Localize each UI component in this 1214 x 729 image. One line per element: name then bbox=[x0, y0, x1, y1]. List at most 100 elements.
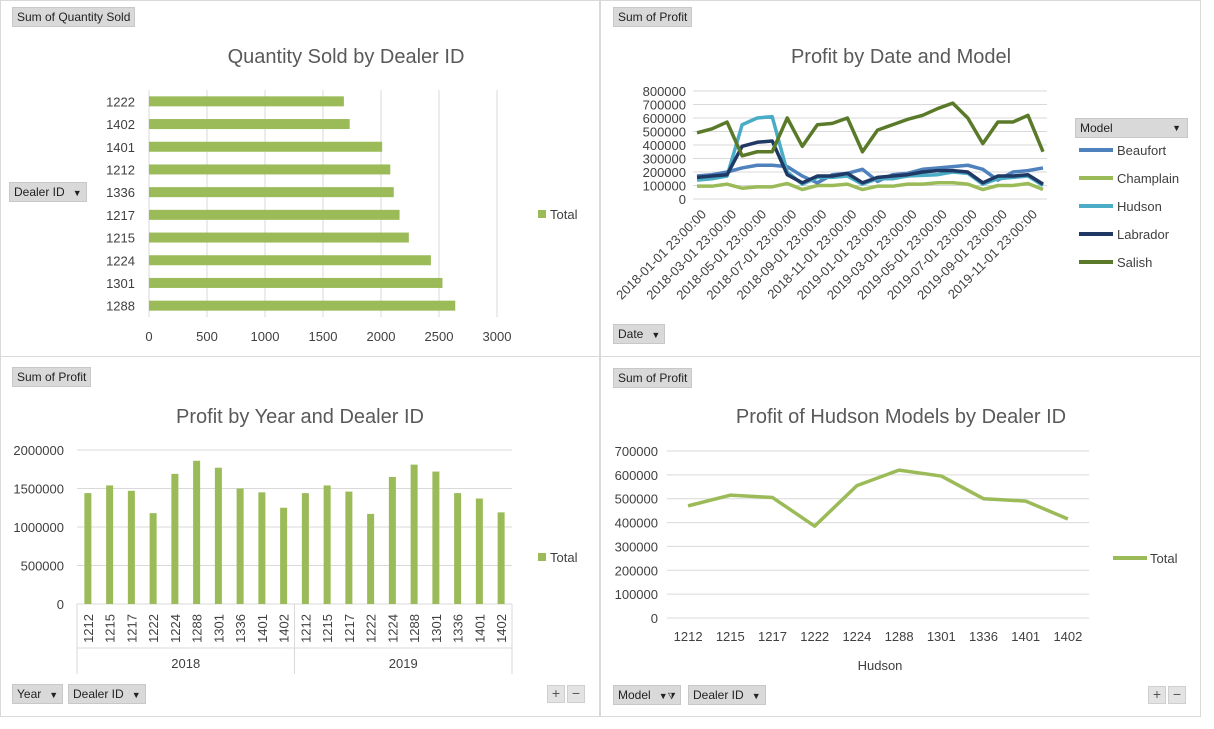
x-tick-label: 1224 bbox=[385, 614, 400, 643]
bar bbox=[258, 492, 266, 604]
y-tick-label: 1301 bbox=[106, 276, 135, 291]
y-tick-label: 300000 bbox=[643, 152, 686, 167]
group-label: 2018 bbox=[171, 656, 200, 671]
dealer-field-button[interactable]: Dealer ID ▼ bbox=[68, 684, 146, 704]
x-tick-label: 1222 bbox=[364, 614, 379, 643]
axis-field-button[interactable]: Date ▼ bbox=[613, 324, 666, 344]
y-tick-label: 600000 bbox=[615, 468, 658, 483]
bar bbox=[149, 187, 394, 198]
expand-button[interactable]: + bbox=[1148, 686, 1166, 704]
dropdown-arrow-icon: ▼ bbox=[1172, 123, 1181, 133]
x-tick-label: 1402 bbox=[494, 614, 509, 643]
y-tick-label: 400000 bbox=[643, 138, 686, 153]
group-label: Hudson bbox=[858, 658, 903, 673]
y-tick-label: 400000 bbox=[615, 516, 658, 531]
x-tick-label: 1288 bbox=[407, 614, 422, 643]
legend-field-button[interactable]: Model ▼ bbox=[1075, 118, 1188, 138]
y-tick-label: 1401 bbox=[106, 140, 135, 155]
y-tick-label: 1222 bbox=[106, 94, 135, 109]
x-tick-label: 1336 bbox=[451, 614, 466, 643]
bar bbox=[127, 490, 135, 604]
dealer-field-label: Dealer ID bbox=[73, 687, 124, 701]
y-tick-label: 1500000 bbox=[13, 482, 64, 497]
legend-label: Total bbox=[550, 550, 578, 565]
legend-swatch bbox=[538, 210, 546, 218]
series-line bbox=[696, 101, 1045, 158]
x-tick-label: 1212 bbox=[298, 614, 313, 643]
model-field-button[interactable]: Model ▼⧩ bbox=[613, 685, 681, 705]
x-tick-label: 1301 bbox=[927, 629, 956, 644]
y-tick-label: 500000 bbox=[615, 492, 658, 507]
y-tick-label: 1217 bbox=[106, 208, 135, 223]
bar bbox=[345, 491, 353, 604]
dropdown-arrow-icon: ▼ bbox=[751, 690, 761, 701]
x-tick-label: 500 bbox=[196, 329, 218, 344]
bar bbox=[497, 512, 505, 604]
y-tick-label: 0 bbox=[679, 192, 686, 207]
axis-field-label: Dealer ID bbox=[14, 185, 65, 199]
bar bbox=[171, 473, 179, 604]
chart-title: Profit of Hudson Models by Dealer ID bbox=[736, 406, 1066, 428]
y-tick-label: 100000 bbox=[615, 587, 658, 602]
x-tick-label: 1401 bbox=[472, 614, 487, 643]
x-tick-label: 1336 bbox=[969, 629, 998, 644]
bar bbox=[149, 96, 344, 107]
x-tick-label: 1222 bbox=[800, 629, 829, 644]
y-tick-label: 200000 bbox=[643, 165, 686, 180]
y-tick-label: 300000 bbox=[615, 539, 658, 554]
y-tick-label: 500000 bbox=[21, 559, 64, 574]
filter-icon: ▼⧩ bbox=[658, 690, 676, 701]
x-tick-label: 2500 bbox=[425, 329, 454, 344]
x-tick-label: 1217 bbox=[124, 614, 139, 643]
bar bbox=[84, 493, 92, 604]
y-tick-label: 200000 bbox=[615, 563, 658, 578]
x-tick-label: 0 bbox=[145, 329, 152, 344]
bar bbox=[149, 164, 391, 175]
x-tick-label: 1402 bbox=[277, 614, 292, 643]
x-tick-label: 1500 bbox=[309, 329, 338, 344]
bar bbox=[475, 498, 483, 604]
dropdown-arrow-icon: ▼ bbox=[131, 689, 141, 700]
y-tick-label: 800000 bbox=[643, 84, 686, 99]
expand-button[interactable]: + bbox=[547, 685, 565, 703]
panel-profit-by-year: Sum of Profit Profit by Year and Dealer … bbox=[0, 356, 600, 717]
series-line bbox=[696, 139, 1044, 186]
x-tick-label: 1301 bbox=[211, 614, 226, 643]
x-tick-label: 1217 bbox=[758, 629, 787, 644]
y-tick-label: 700000 bbox=[615, 444, 658, 459]
y-tick-label: 0 bbox=[651, 611, 658, 626]
x-tick-label: 1212 bbox=[674, 629, 703, 644]
collapse-button[interactable]: − bbox=[1168, 686, 1186, 704]
year-field-button[interactable]: Year ▼ bbox=[12, 684, 64, 704]
bar bbox=[149, 300, 456, 311]
y-tick-label: 500000 bbox=[643, 125, 686, 140]
series-line bbox=[697, 181, 1044, 192]
x-tick-label: 1000 bbox=[251, 329, 280, 344]
x-tick-label: 1401 bbox=[1011, 629, 1040, 644]
x-tick-label: 1215 bbox=[320, 614, 335, 643]
x-tick-label: 1224 bbox=[842, 629, 871, 644]
y-tick-label: 0 bbox=[57, 597, 64, 612]
bar bbox=[149, 141, 383, 152]
panel-quantity-by-dealer: Sum of Quantity Sold Quantity Sold by De… bbox=[0, 0, 600, 357]
group-label: 2019 bbox=[389, 656, 418, 671]
bar bbox=[214, 467, 222, 604]
dealer-field-button[interactable]: Dealer ID ▼ bbox=[688, 685, 766, 705]
panel-profit-by-date: Sum of Profit Profit by Date and Model 0 1… bbox=[600, 0, 1201, 357]
axis-field-button[interactable]: Dealer ID ▼ bbox=[9, 182, 87, 202]
y-tick-label: 100000 bbox=[643, 179, 686, 194]
legend-label: Total bbox=[1150, 551, 1178, 566]
bar bbox=[149, 209, 400, 220]
y-tick-label: 1212 bbox=[106, 162, 135, 177]
collapse-button[interactable]: − bbox=[567, 685, 585, 703]
bar bbox=[149, 119, 350, 130]
x-tick-label: 1288 bbox=[190, 614, 205, 643]
profit-date-chart: Profit by Date and Model 0100000200000300… bbox=[613, 46, 1179, 302]
x-tick-label: 1301 bbox=[429, 614, 444, 643]
legend-label: Total bbox=[550, 207, 578, 222]
axis-field-label: Date bbox=[618, 327, 644, 341]
x-tick-label: 2000 bbox=[367, 329, 396, 344]
x-tick-label: 1222 bbox=[146, 614, 161, 643]
x-tick-label: 1224 bbox=[168, 614, 183, 643]
x-tick-label: 1402 bbox=[1053, 629, 1082, 644]
